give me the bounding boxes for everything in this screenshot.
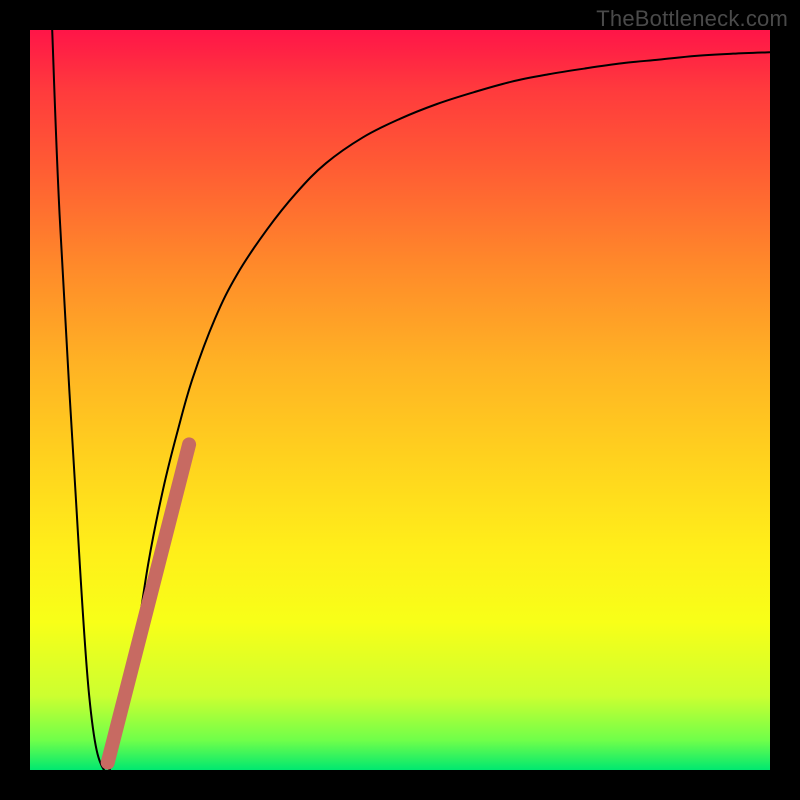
chart-frame: TheBottleneck.com [0,0,800,800]
plot-area [30,30,770,770]
highlight-segment [108,444,189,762]
watermark-text: TheBottleneck.com [596,6,788,32]
bottleneck-curve [52,30,770,770]
chart-overlay [30,30,770,770]
